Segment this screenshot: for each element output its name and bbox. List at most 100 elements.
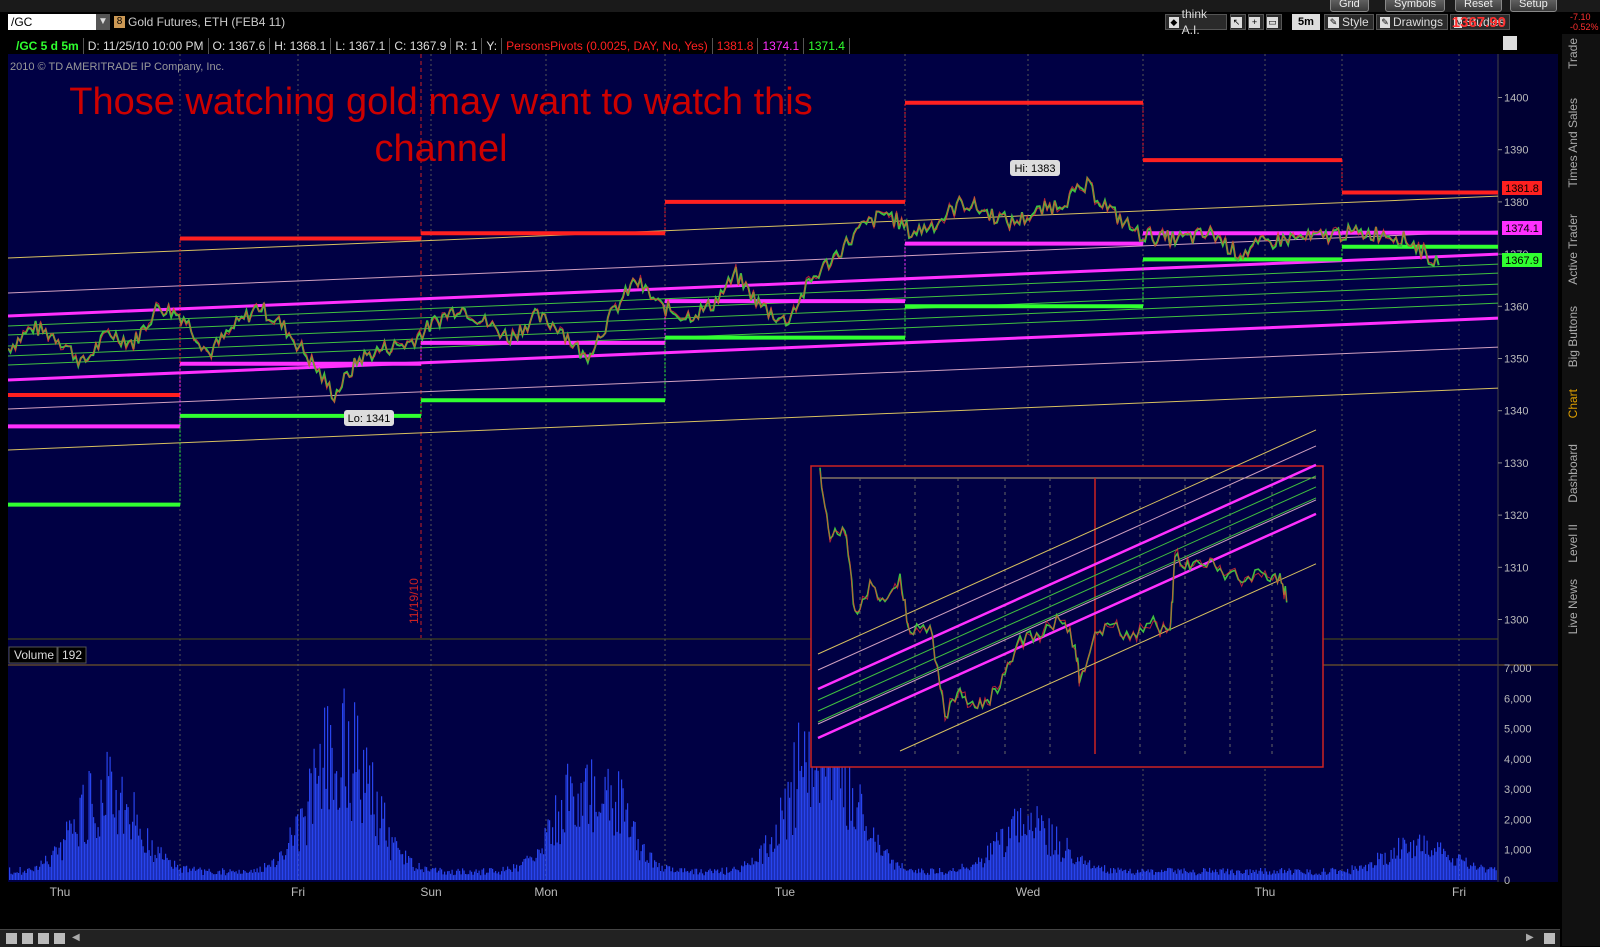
- symbol-input[interactable]: /GC: [8, 14, 108, 30]
- copyright-text: 2010 © TD AMERITRADE IP Company, Inc.: [10, 61, 224, 73]
- volume-tick-label: 3,000: [1504, 784, 1532, 796]
- crosshair-tool-button[interactable]: +: [1248, 14, 1264, 30]
- annotation-line-1: Those watching gold may want to watch th…: [69, 81, 813, 123]
- drawing-icon[interactable]: [54, 933, 65, 944]
- symbol-period[interactable]: /GC 5 d 5m: [12, 38, 84, 54]
- chart-info-bar: /GC 5 d 5m D: 11/25/10 10:00 PM O: 1367.…: [12, 38, 850, 54]
- tab-level-ii[interactable]: Level II: [1566, 524, 1580, 563]
- volume-tick-label: 4,000: [1504, 754, 1532, 766]
- time-tick-label: Wed: [1016, 885, 1040, 899]
- setup-button[interactable]: Setup: [1510, 0, 1557, 12]
- last-price: 1367.90: [1451, 14, 1506, 31]
- time-tick-label: Mon: [534, 885, 557, 899]
- price-change: -7.10 -0.52%: [1570, 12, 1599, 32]
- time-tick-label: Tue: [775, 885, 796, 899]
- think-ai-button[interactable]: ◆ think A.I.: [1165, 7, 1227, 37]
- price-tick-label: 1340: [1504, 406, 1528, 418]
- price-tick-label: 1360: [1504, 301, 1528, 313]
- cursor-tool-button[interactable]: ↖: [1230, 14, 1246, 30]
- volume-label: Volume: [14, 648, 54, 662]
- crosshair-icon: +: [1249, 16, 1260, 28]
- volume-tick-label: 2,000: [1504, 814, 1532, 826]
- pivot-s-value: 1371.4: [804, 38, 850, 54]
- price-tick-label: 1300: [1504, 615, 1528, 627]
- style-label: Style: [1342, 15, 1369, 29]
- zoom-out-icon[interactable]: [6, 933, 17, 944]
- side-tabs: Trade Times And Sales Active Trader Big …: [1562, 34, 1600, 946]
- symbol-dropdown-icon[interactable]: ▼: [96, 14, 110, 30]
- style-button[interactable]: ✎ Style: [1324, 14, 1374, 30]
- date-marker-label: 11/19/10: [407, 578, 421, 624]
- zoom-icon: ▭: [1267, 16, 1278, 28]
- chart-settings-icon[interactable]: [1503, 36, 1517, 50]
- settings-icon[interactable]: [38, 933, 49, 944]
- drawings-button[interactable]: ✎ Drawings: [1376, 14, 1448, 30]
- price-tag-green: 1367.9: [1502, 253, 1542, 267]
- zoom-tool-button[interactable]: ▭: [1266, 14, 1282, 30]
- time-tick-label: Fri: [291, 885, 305, 899]
- reset-button[interactable]: Reset: [1455, 0, 1502, 12]
- price-tick-label: 1320: [1504, 510, 1528, 522]
- bar-high: H: 1368.1: [270, 38, 332, 54]
- volume-tick-label: 5,000: [1504, 724, 1532, 736]
- instrument-description: Gold Futures, ETH (FEB4 11): [128, 15, 286, 29]
- price-tick-label: 1330: [1504, 458, 1528, 470]
- price-tick-label: 1400: [1504, 93, 1528, 105]
- zoom-in-icon[interactable]: [22, 933, 33, 944]
- annotation-line-2: channel: [374, 128, 507, 170]
- horizontal-scrollbar[interactable]: ◀ ▶: [0, 929, 1560, 947]
- bar-open: O: 1367.6: [208, 38, 271, 54]
- price-chart[interactable]: Those watching gold may want to watch th…: [0, 34, 1560, 929]
- change-value: -7.10: [1570, 12, 1591, 22]
- bar-range: R: 1: [451, 38, 483, 54]
- lo-marker: Lo: 1341: [344, 410, 394, 426]
- time-tick-label: Thu: [50, 885, 71, 899]
- pivot-p-value: 1374.1: [758, 38, 805, 54]
- price-tag-magenta: 1374.1: [1502, 221, 1542, 235]
- top-strip: Grid Symbols Reset Setup: [0, 0, 1600, 12]
- price-tick-label: 1380: [1504, 197, 1528, 209]
- tab-active-trader[interactable]: Active Trader: [1566, 214, 1580, 285]
- tab-times-and-sales[interactable]: Times And Sales: [1566, 98, 1580, 188]
- price-tick-label: 1390: [1504, 145, 1528, 157]
- tab-chart[interactable]: Chart: [1566, 389, 1580, 418]
- change-percent: -0.52%: [1570, 22, 1599, 32]
- chart-area[interactable]: Those watching gold may want to watch th…: [0, 34, 1560, 929]
- grid-button[interactable]: Grid: [1330, 0, 1369, 12]
- tab-dashboard[interactable]: Dashboard: [1566, 444, 1580, 503]
- price-tag-red-label: 1381.8: [1505, 183, 1539, 195]
- price-tick-label: 1350: [1504, 354, 1528, 366]
- style-icon: ✎: [1328, 16, 1339, 28]
- scroll-right-icon[interactable]: ▶: [1526, 932, 1534, 943]
- drawings-label: Drawings: [1392, 15, 1443, 29]
- time-tick-label: Sun: [420, 885, 441, 899]
- link-group-badge[interactable]: 8: [114, 16, 125, 28]
- time-tick-label: Thu: [1255, 885, 1276, 899]
- hi-marker: Hi: 1383: [1010, 160, 1060, 176]
- timeframe-selector[interactable]: 5m: [1292, 14, 1320, 30]
- pivot-r-value: 1381.8: [712, 38, 759, 54]
- bar-close: C: 1367.9: [390, 38, 452, 54]
- think-ai-icon: ◆: [1169, 16, 1179, 28]
- inset-chart: [810, 429, 1324, 768]
- scroll-left-icon[interactable]: ◀: [72, 932, 80, 943]
- volume-tick-label: 1,000: [1504, 845, 1532, 857]
- study-name[interactable]: PersonsPivots (0.0025, DAY, No, Yes): [502, 38, 713, 54]
- time-axis: Thu Fri Sun Mon Tue Wed Thu Fri: [50, 885, 1466, 899]
- price-tag-green-label: 1367.9: [1505, 255, 1539, 267]
- expand-icon[interactable]: [1544, 933, 1555, 944]
- bar-low: L: 1367.1: [331, 38, 391, 54]
- tab-trade[interactable]: Trade: [1566, 38, 1580, 69]
- symbols-button[interactable]: Symbols: [1385, 0, 1446, 12]
- bar-date: D: 11/25/10 10:00 PM: [83, 38, 209, 54]
- cursor-icon: ↖: [1231, 16, 1242, 28]
- time-tick-label: Fri: [1452, 885, 1466, 899]
- bar-y: Y:: [482, 38, 503, 54]
- pencil-icon: ✎: [1380, 16, 1390, 28]
- tab-live-news[interactable]: Live News: [1566, 579, 1580, 634]
- volume-tick-label: 6,000: [1504, 693, 1532, 705]
- price-tick-label: 1310: [1504, 562, 1528, 574]
- price-tag-magenta-label: 1374.1: [1505, 223, 1539, 235]
- volume-header: Volume 192: [8, 646, 87, 664]
- tab-big-buttons[interactable]: Big Buttons: [1566, 306, 1580, 367]
